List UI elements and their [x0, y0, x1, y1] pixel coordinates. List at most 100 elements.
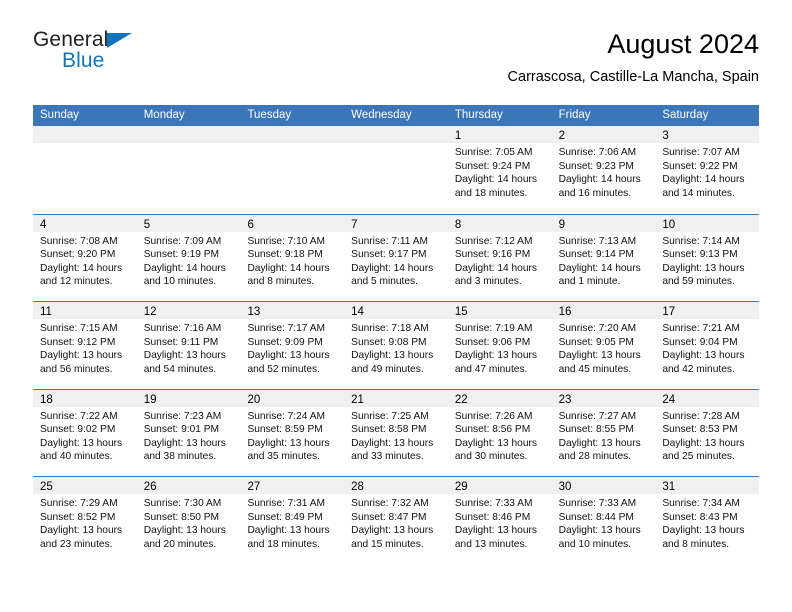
calendar-day-cell[interactable]: 8 Sunrise: 7:12 AM Sunset: 9:16 PM Daylight… — [447, 214, 552, 302]
day-detail-line: Daylight: 14 hours — [247, 262, 330, 274]
weekday-header-sunday: Sunday — [40, 109, 80, 121]
day-detail-line: Sunrise: 7:08 AM — [40, 235, 118, 247]
day-number: 22 — [454, 393, 468, 406]
day-detail-line: Sunrise: 7:27 AM — [558, 410, 637, 422]
day-detail-line: Sunrise: 7:17 AM — [247, 323, 326, 334]
day-detail-line: and 35 minutes. — [247, 451, 320, 463]
day-detail-line: Sunrise: 7:22 AM — [40, 410, 118, 422]
calendar-day-cell[interactable]: 21 Sunrise: 7:25 AM Sunset: 8:58 PM Dayligh… — [344, 389, 448, 477]
day-number: 29 — [454, 481, 468, 493]
day-number-band: 17 — [655, 302, 760, 319]
day-number: 27 — [247, 481, 261, 493]
calendar-day-cell[interactable]: 9 Sunrise: 7:13 AM Sunset: 9:14 PM Daylight… — [551, 214, 656, 302]
day-number: 16 — [558, 306, 572, 318]
day-number: 5 — [143, 218, 151, 231]
calendar-day-cell[interactable]: 30 Sunrise: 7:33 AM Sunset: 8:44 PM Dayligh… — [551, 477, 656, 564]
day-details: Sunrise: 7:31 AM Sunset: 8:49 PM Daylight:… — [240, 494, 344, 551]
calendar-day-cell[interactable]: 10 Sunrise: 7:14 AM Sunset: 9:13 PM Dayligh… — [655, 214, 760, 302]
day-detail-line: Daylight: 13 hours — [40, 525, 123, 537]
day-details: Sunrise: 7:08 AM Sunset: 9:20 PM Daylight:… — [33, 232, 137, 289]
day-detail-line: Daylight: 14 hours — [558, 262, 641, 274]
day-detail-line: and 28 minutes. — [558, 451, 632, 463]
day-details: Sunrise: 7:22 AM Sunset: 9:02 PM Daylight:… — [33, 407, 137, 464]
calendar-day-cell[interactable]: 27 Sunrise: 7:31 AM Sunset: 8:49 PM Dayligh… — [240, 477, 345, 564]
day-number: 4 — [40, 218, 47, 231]
day-detail-line: Sunrise: 7:10 AM — [247, 235, 326, 247]
calendar-day-cell[interactable]: 7 Sunrise: 7:11 AM Sunset: 9:17 PM Daylight… — [344, 214, 448, 302]
day-detail-line: Daylight: 13 hours — [247, 525, 330, 537]
calendar-day-cell[interactable]: 5 Sunrise: 7:09 AM Sunset: 9:19 PM Daylight… — [136, 214, 241, 302]
day-detail-line: Sunset: 8:49 PM — [247, 511, 323, 523]
day-detail-line: Daylight: 13 hours — [662, 437, 745, 449]
calendar-day-cell[interactable]: 28 Sunrise: 7:32 AM Sunset: 8:47 PM Dayligh… — [344, 477, 448, 564]
weekday-header-saturday: Saturday — [662, 109, 709, 121]
day-number: 1 — [454, 130, 462, 142]
day-number-band: 23 — [551, 389, 656, 407]
day-number-band: 12 — [136, 302, 241, 319]
day-detail-line: Sunset: 8:56 PM — [454, 424, 531, 436]
day-details: Sunrise: 7:20 AM Sunset: 9:05 PM Daylight:… — [552, 319, 656, 376]
calendar-day-cell[interactable]: 3 Sunrise: 7:07 AM Sunset: 9:22 PM Daylight… — [655, 126, 760, 214]
calendar-day-cell[interactable]: 22 Sunrise: 7:26 AM Sunset: 8:56 PM Dayligh… — [447, 389, 552, 477]
calendar-day-cell[interactable]: 20 Sunrise: 7:24 AM Sunset: 8:59 PM Dayligh… — [240, 389, 345, 477]
calendar-weeks: 1 Sunrise: 7:05 AM Sunset: 9:24 PM Daylight… — [33, 126, 760, 564]
day-number-band: 20 — [240, 389, 345, 407]
day-detail-line: and 18 minutes. — [454, 187, 528, 199]
day-number-band: 25 — [33, 477, 137, 494]
calendar-day-cell[interactable]: 19 Sunrise: 7:23 AM Sunset: 9:01 PM Dayligh… — [136, 389, 241, 477]
calendar-day-cell[interactable]: 11 Sunrise: 7:15 AM Sunset: 9:12 PM Dayligh… — [33, 302, 137, 389]
calendar-day-cell[interactable]: 29 Sunrise: 7:33 AM Sunset: 8:46 PM Dayligh… — [447, 477, 552, 564]
day-detail-line: Sunset: 9:02 PM — [40, 424, 116, 436]
day-details: Sunrise: 7:12 AM Sunset: 9:16 PM Daylight:… — [448, 232, 552, 289]
calendar-day-cell[interactable]: 23 Sunrise: 7:27 AM Sunset: 8:55 PM Dayligh… — [551, 389, 656, 477]
calendar-grid: Sunday Monday Tuesday Wednesday Thursday Frid… — [33, 105, 760, 564]
calendar-day-cell[interactable]: 14 Sunrise: 7:18 AM Sunset: 9:08 PM Dayligh… — [344, 302, 448, 389]
day-detail-line: Sunrise: 7:32 AM — [351, 498, 429, 509]
day-detail-line: and 8 minutes. — [247, 276, 315, 288]
day-detail-line: Sunrise: 7:09 AM — [143, 235, 222, 247]
day-number-band: 18 — [33, 389, 137, 407]
calendar-day-cell[interactable]: 26 Sunrise: 7:30 AM Sunset: 8:50 PM Dayligh… — [136, 477, 241, 564]
day-number: 31 — [662, 481, 676, 493]
day-detail-line: Sunset: 9:14 PM — [558, 249, 634, 261]
calendar-day-cell[interactable]: 2 Sunrise: 7:06 AM Sunset: 9:23 PM Daylight… — [551, 126, 656, 214]
day-number-band: 1 — [447, 126, 552, 143]
day-detail-line: Sunset: 9:06 PM — [454, 336, 531, 348]
calendar-week-row: 11 Sunrise: 7:15 AM Sunset: 9:12 PM Dayligh… — [33, 301, 760, 389]
calendar-day-cell[interactable]: 13 Sunrise: 7:17 AM Sunset: 9:09 PM Dayligh… — [240, 302, 345, 389]
day-detail-line: Daylight: 13 hours — [454, 437, 537, 449]
day-detail-line: Sunset: 9:08 PM — [351, 336, 427, 348]
calendar-week-row: 18 Sunrise: 7:22 AM Sunset: 9:02 PM Dayligh… — [33, 388, 760, 477]
calendar-day-cell[interactable]: 24 Sunrise: 7:28 AM Sunset: 8:53 PM Dayligh… — [655, 389, 760, 477]
general-blue-logo[interactable]: General Blue — [33, 28, 153, 76]
day-details: Sunrise: 7:14 AM Sunset: 9:13 PM Daylight:… — [655, 232, 759, 289]
calendar-day-cell[interactable]: 12 Sunrise: 7:16 AM Sunset: 9:11 PM Dayligh… — [136, 302, 241, 389]
day-detail-line: and 20 minutes. — [143, 538, 217, 550]
calendar-day-cell[interactable]: 25 Sunrise: 7:29 AM Sunset: 8:52 PM Dayligh… — [33, 477, 137, 564]
day-number: 24 — [662, 393, 676, 406]
day-detail-line: Daylight: 13 hours — [351, 437, 434, 449]
day-detail-line: Sunrise: 7:13 AM — [558, 235, 637, 247]
calendar-day-cell[interactable]: 17 Sunrise: 7:21 AM Sunset: 9:04 PM Dayligh… — [655, 302, 760, 389]
calendar-day-cell[interactable]: 6 Sunrise: 7:10 AM Sunset: 9:18 PM Daylight… — [240, 214, 345, 302]
day-detail-line: Sunrise: 7:26 AM — [454, 410, 533, 422]
weekday-header-thursday: Thursday — [454, 109, 503, 121]
day-number: 30 — [558, 481, 572, 493]
day-detail-line: Daylight: 13 hours — [247, 350, 330, 362]
day-detail-line: Sunrise: 7:25 AM — [351, 410, 429, 422]
day-number-band: 26 — [136, 477, 241, 494]
calendar-day-cell[interactable]: 16 Sunrise: 7:20 AM Sunset: 9:05 PM Dayligh… — [551, 302, 656, 389]
calendar-day-cell[interactable]: 4 Sunrise: 7:08 AM Sunset: 9:20 PM Daylight… — [33, 214, 137, 302]
day-number: 9 — [558, 218, 565, 231]
calendar-day-cell[interactable]: 15 Sunrise: 7:19 AM Sunset: 9:06 PM Dayligh… — [447, 302, 552, 389]
day-number-band: 16 — [551, 302, 656, 319]
day-number: 19 — [143, 393, 157, 406]
day-details: Sunrise: 7:10 AM Sunset: 9:18 PM Daylight:… — [240, 232, 344, 289]
day-detail-line: Sunset: 9:09 PM — [247, 336, 323, 348]
calendar-day-cell[interactable]: 18 Sunrise: 7:22 AM Sunset: 9:02 PM Dayligh… — [33, 389, 137, 477]
day-detail-line: and 47 minutes. — [454, 363, 528, 375]
calendar-day-cell[interactable]: 1 Sunrise: 7:05 AM Sunset: 9:24 PM Daylight… — [447, 126, 552, 214]
calendar-day-cell[interactable]: 31 Sunrise: 7:34 AM Sunset: 8:43 PM Dayligh… — [655, 477, 760, 564]
day-detail-line: and 30 minutes. — [454, 451, 528, 463]
page-subtitle: Carrascosa, Castille-La Mancha, Spain — [507, 69, 759, 85]
